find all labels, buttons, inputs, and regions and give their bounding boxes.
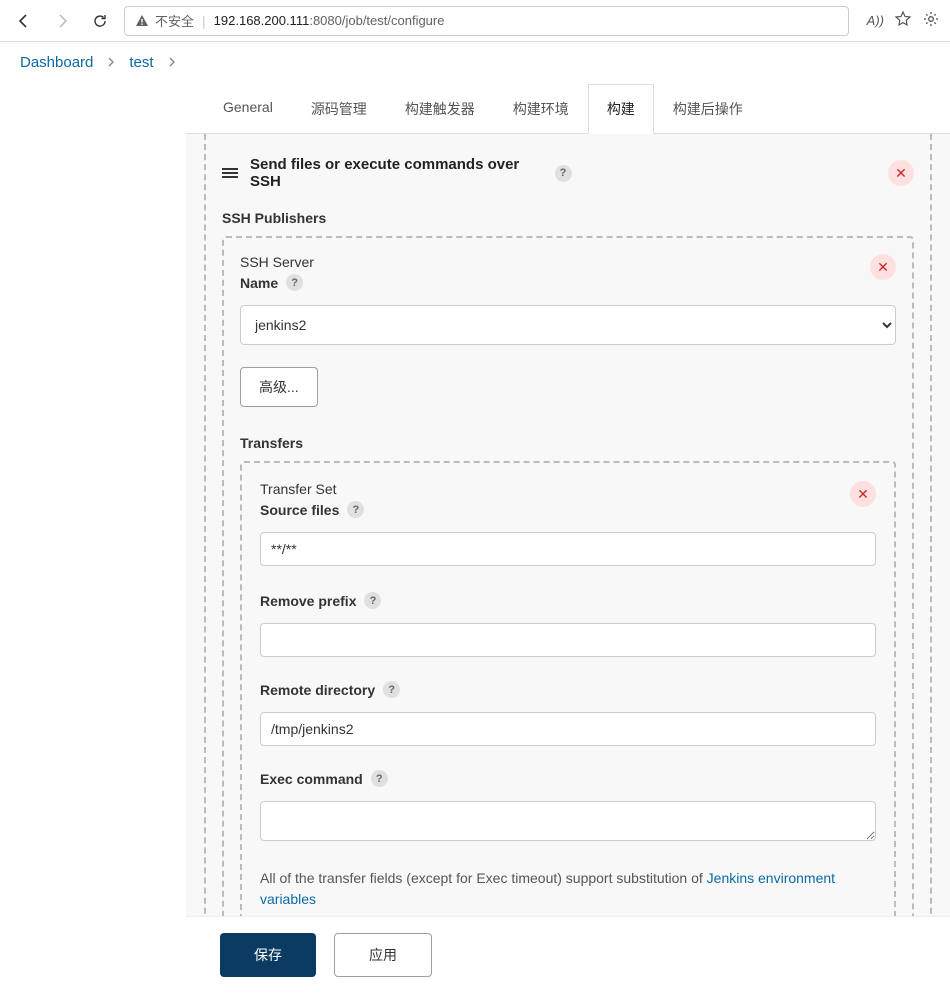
chevron-right-icon — [107, 54, 115, 71]
settings-icon[interactable] — [922, 10, 940, 31]
forward-button[interactable] — [48, 7, 76, 35]
breadcrumb: Dashboard test — [0, 42, 950, 83]
remove-server-button[interactable]: ✕ — [870, 254, 896, 280]
advanced-button[interactable]: 高级... — [240, 367, 318, 407]
config-tabs: General 源码管理 构建触发器 构建环境 构建 构建后操作 — [186, 83, 950, 134]
chevron-right-icon — [168, 54, 176, 71]
transfers-label: Transfers — [240, 435, 896, 451]
browser-toolbar: 不安全 | 192.168.200.111:8080/job/test/conf… — [0, 0, 950, 42]
transfer-set-label: Transfer Set — [260, 481, 364, 497]
addr-divider: | — [202, 13, 206, 29]
breadcrumb-dashboard[interactable]: Dashboard — [20, 54, 93, 71]
exec-command-textarea[interactable] — [260, 801, 876, 841]
ssh-server-box: SSH Server Name ? ✕ jenkins2 高级... Trans… — [222, 236, 914, 948]
warning-icon — [135, 14, 149, 28]
tab-triggers[interactable]: 构建触发器 — [386, 84, 494, 134]
ssh-server-select[interactable]: jenkins2 — [240, 305, 896, 345]
apply-button[interactable]: 应用 — [334, 933, 432, 977]
footer-actions: 保存 应用 — [186, 916, 950, 993]
remote-directory-label: Remote directory — [260, 682, 375, 698]
source-files-label: Source files — [260, 502, 339, 518]
insecure-label: 不安全 — [155, 11, 194, 30]
help-icon[interactable]: ? — [364, 592, 381, 609]
remove-transfer-button[interactable]: ✕ — [850, 481, 876, 507]
ssh-publishers-label: SSH Publishers — [222, 210, 914, 226]
url-text: 192.168.200.111:8080/job/test/configure — [214, 13, 445, 28]
remove-step-button[interactable]: ✕ — [888, 160, 914, 186]
help-icon[interactable]: ? — [383, 681, 400, 698]
hint-text: All of the transfer fields (except for E… — [260, 868, 876, 910]
tab-build[interactable]: 构建 — [588, 84, 654, 134]
sidebar — [0, 83, 186, 982]
tab-general[interactable]: General — [204, 84, 292, 134]
ssh-server-label: SSH Server — [240, 254, 314, 270]
name-label: Name — [240, 275, 278, 291]
exec-command-label: Exec command — [260, 771, 363, 787]
help-icon[interactable]: ? — [347, 501, 364, 518]
refresh-button[interactable] — [86, 7, 114, 35]
drag-handle-icon[interactable] — [222, 168, 238, 178]
step-title: Send files or execute commands over SSH — [250, 156, 543, 190]
address-bar[interactable]: 不安全 | 192.168.200.111:8080/job/test/conf… — [124, 6, 849, 36]
save-button[interactable]: 保存 — [220, 933, 316, 977]
help-icon[interactable]: ? — [286, 274, 303, 291]
source-files-input[interactable] — [260, 532, 876, 566]
help-icon[interactable]: ? — [555, 165, 572, 182]
favorites-icon[interactable] — [894, 10, 912, 31]
remove-prefix-label: Remove prefix — [260, 593, 356, 609]
tab-env[interactable]: 构建环境 — [494, 84, 588, 134]
back-button[interactable] — [10, 7, 38, 35]
help-icon[interactable]: ? — [371, 770, 388, 787]
remove-prefix-input[interactable] — [260, 623, 876, 657]
transfer-set-box: Transfer Set Source files ? ✕ — [240, 461, 896, 928]
read-aloud-icon[interactable]: A)) — [867, 13, 884, 28]
tab-postbuild[interactable]: 构建后操作 — [654, 84, 762, 134]
tab-scm[interactable]: 源码管理 — [292, 84, 386, 134]
remote-directory-input[interactable] — [260, 712, 876, 746]
breadcrumb-test[interactable]: test — [129, 54, 153, 71]
